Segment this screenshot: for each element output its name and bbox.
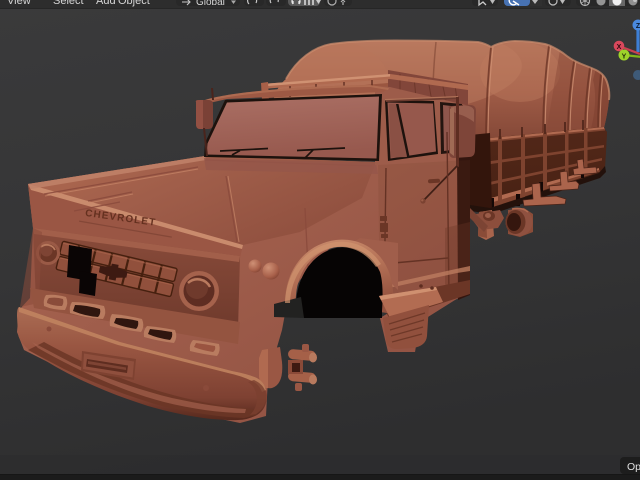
- svg-text:X: X: [617, 44, 622, 51]
- svg-text:Y: Y: [622, 54, 627, 61]
- svg-text:Opt: Opt: [627, 461, 640, 473]
- svg-text:View: View: [7, 0, 31, 7]
- svg-text:Z: Z: [636, 23, 640, 30]
- svg-text:Object: Object: [118, 0, 150, 7]
- svg-text:Global: Global: [196, 0, 225, 8]
- svg-text:Select: Select: [53, 0, 84, 7]
- svg-text:Add: Add: [96, 0, 116, 7]
